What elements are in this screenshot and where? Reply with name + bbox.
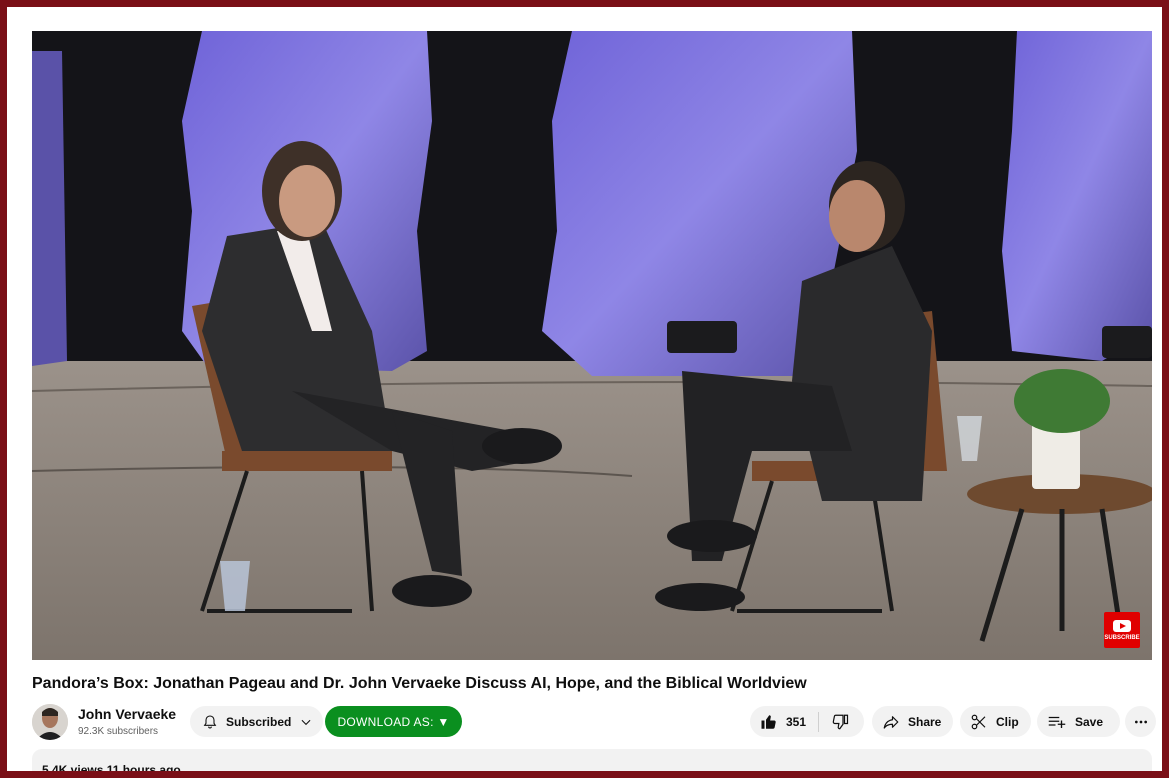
subscribed-button[interactable]: Subscribed — [190, 706, 323, 737]
like-dislike-group: 351 — [750, 706, 864, 737]
bell-icon — [203, 714, 217, 728]
channel-avatar[interactable] — [32, 704, 68, 740]
share-icon — [883, 715, 899, 729]
subscriber-count: 92.3K subscribers — [78, 726, 159, 737]
video-actions-row: John Vervaeke 92.3K subscribers Subscrib… — [32, 702, 1156, 742]
chevron-down-icon — [301, 719, 311, 725]
like-divider — [818, 711, 820, 732]
video-player[interactable]: SUBSCRIBE — [32, 31, 1152, 660]
save-button[interactable]: Save — [1037, 706, 1120, 737]
save-label: Save — [1075, 714, 1104, 729]
clip-button[interactable]: Clip — [960, 706, 1031, 737]
like-count[interactable]: 351 — [786, 715, 806, 729]
share-button[interactable]: Share — [872, 706, 953, 737]
playlist-add-icon — [1048, 716, 1066, 728]
scissors-icon — [971, 714, 986, 729]
channel-name[interactable]: John Vervaeke — [78, 706, 176, 722]
video-frame — [32, 31, 1152, 660]
share-label: Share — [908, 714, 942, 729]
avatar-image — [32, 704, 68, 740]
thumbs-up-icon[interactable] — [760, 713, 778, 731]
dislike-button[interactable] — [831, 713, 849, 731]
thumbs-down-icon — [832, 714, 849, 729]
download-as-button[interactable]: DOWNLOAD AS: ▼ — [325, 706, 462, 737]
subscribed-label: Subscribed — [226, 714, 292, 729]
subscribe-badge[interactable]: SUBSCRIBE — [1104, 612, 1140, 648]
video-title: Pandora’s Box: Jonathan Pageau and Dr. J… — [32, 675, 807, 692]
clip-label: Clip — [996, 714, 1019, 729]
more-icon — [1134, 720, 1147, 723]
page-frame: SUBSCRIBE Pandora’s Box: Jonathan Pageau… — [7, 7, 1162, 771]
more-actions-button[interactable] — [1125, 706, 1156, 737]
description-box[interactable]: 5.4K views 11 hours ago — [32, 749, 1152, 771]
view-count-and-date: 5.4K views 11 hours ago — [42, 763, 181, 771]
youtube-icon — [1113, 619, 1131, 632]
subscribe-badge-label: SUBSCRIBE — [1104, 634, 1140, 641]
